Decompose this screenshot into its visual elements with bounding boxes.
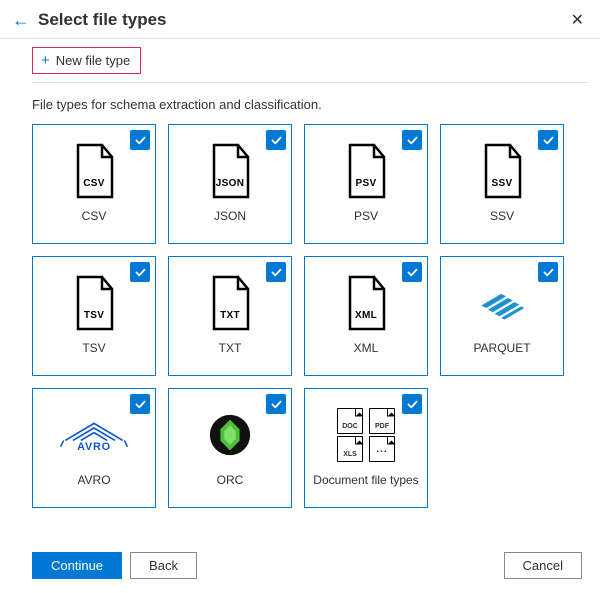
file-icon-label: TXT [208, 310, 252, 321]
file-type-tile-psv[interactable]: PSV PSV [304, 124, 428, 244]
file-type-tile-avro[interactable]: AVRO AVRO [32, 388, 156, 508]
tile-label: PSV [354, 209, 378, 223]
file-type-tile-xml[interactable]: XML XML [304, 256, 428, 376]
checkbox-checked-icon[interactable] [266, 262, 286, 282]
checkbox-checked-icon[interactable] [266, 130, 286, 150]
tile-label: TSV [82, 341, 105, 355]
file-type-tile-ssv[interactable]: SSV SSV [440, 124, 564, 244]
file-icon: XML [344, 271, 388, 335]
continue-button[interactable]: Continue [32, 552, 122, 579]
checkbox-checked-icon[interactable] [130, 262, 150, 282]
file-icon: JSON [208, 139, 252, 203]
tile-label: JSON [214, 209, 246, 223]
avro-icon: AVRO [59, 403, 129, 467]
checkbox-checked-icon[interactable] [402, 130, 422, 150]
close-icon[interactable]: ✕ [567, 10, 588, 30]
tile-label: Document file types [313, 473, 418, 487]
tile-label: ORC [217, 473, 244, 487]
checkbox-checked-icon[interactable] [402, 262, 422, 282]
file-icon-label: XML [344, 310, 388, 321]
file-icon: CSV [72, 139, 116, 203]
file-type-tile-tsv[interactable]: TSV TSV [32, 256, 156, 376]
file-type-tile-csv[interactable]: CSV CSV [32, 124, 156, 244]
file-icon-label: JSON [208, 178, 252, 189]
checkbox-checked-icon[interactable] [130, 394, 150, 414]
tile-label: CSV [82, 209, 107, 223]
file-icon: PSV [344, 139, 388, 203]
plus-icon: + [41, 52, 50, 69]
file-icon-label: PSV [344, 178, 388, 189]
file-icon: TSV [72, 271, 116, 335]
file-type-tile-document-file-types[interactable]: DOCPDFXLS... Document file types [304, 388, 428, 508]
file-type-tile-json[interactable]: JSON JSON [168, 124, 292, 244]
tile-label: TXT [219, 341, 242, 355]
new-file-type-button[interactable]: + New file type [32, 47, 141, 74]
tile-label: SSV [490, 209, 514, 223]
checkbox-checked-icon[interactable] [402, 394, 422, 414]
file-icon-label: CSV [72, 178, 116, 189]
cancel-button[interactable]: Cancel [504, 552, 582, 579]
checkbox-checked-icon[interactable] [130, 130, 150, 150]
page-title: Select file types [38, 10, 567, 30]
tile-label: PARQUET [473, 341, 530, 355]
back-arrow-icon[interactable]: ← [12, 11, 30, 29]
file-type-tile-orc[interactable]: ORC [168, 388, 292, 508]
file-icon-label: TSV [72, 310, 116, 321]
footer: Continue Back Cancel [0, 542, 600, 593]
new-file-type-label: New file type [56, 53, 130, 68]
file-icon-label: SSV [480, 178, 524, 189]
file-type-grid: CSV CSV JSON JSON PSV PSV SSV SSV TSV TSV TXT TXT XM… [0, 124, 600, 508]
checkbox-checked-icon[interactable] [538, 262, 558, 282]
subtitle-text: File types for schema extraction and cla… [0, 83, 600, 124]
orc-icon [207, 403, 253, 467]
checkbox-checked-icon[interactable] [538, 130, 558, 150]
file-icon: TXT [208, 271, 252, 335]
file-type-tile-txt[interactable]: TXT TXT [168, 256, 292, 376]
parquet-icon [473, 271, 531, 335]
tile-label: XML [354, 341, 379, 355]
file-icon: SSV [480, 139, 524, 203]
back-button[interactable]: Back [130, 552, 197, 579]
documents-icon: DOCPDFXLS... [334, 406, 398, 464]
file-type-tile-parquet[interactable]: PARQUET [440, 256, 564, 376]
svg-text:AVRO: AVRO [77, 441, 111, 453]
tile-label: AVRO [77, 473, 110, 487]
checkbox-checked-icon[interactable] [266, 394, 286, 414]
